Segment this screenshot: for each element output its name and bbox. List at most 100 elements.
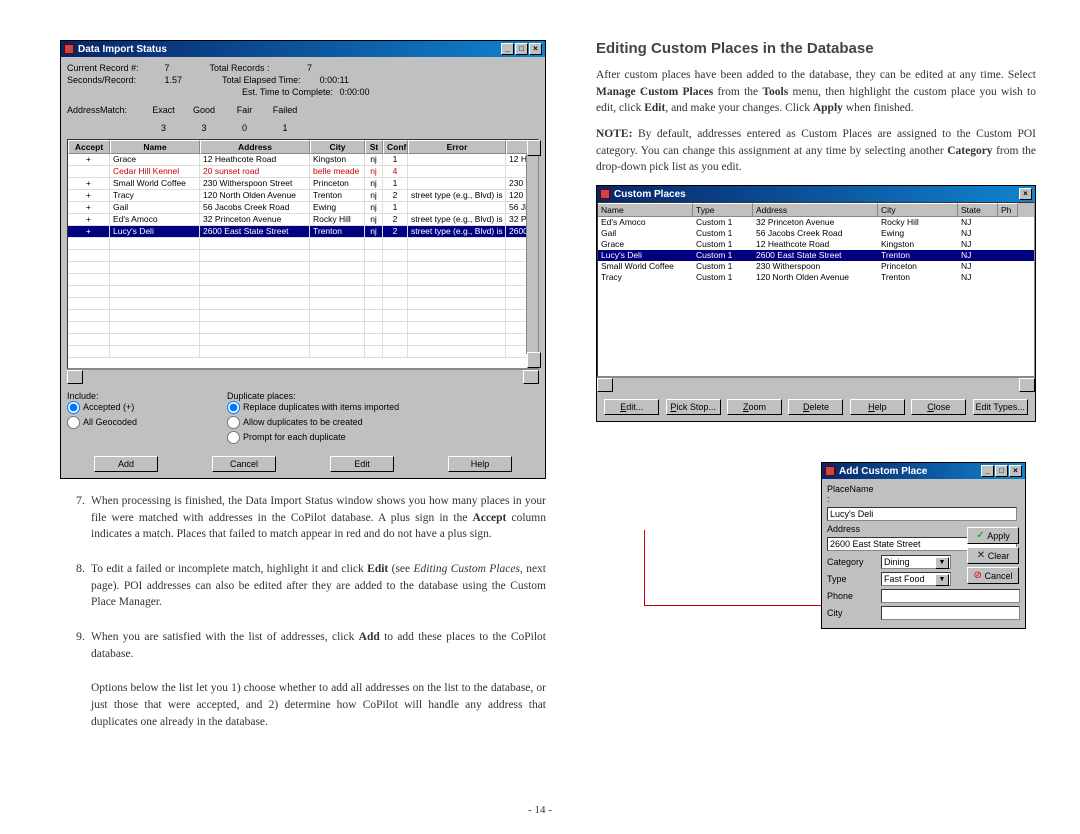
help-button[interactable]: Help bbox=[448, 456, 512, 472]
x-icon: ✕ bbox=[977, 552, 985, 560]
acp-cancel-button[interactable]: ⊘Cancel bbox=[967, 567, 1019, 584]
match-exact-value: 3 bbox=[145, 123, 183, 133]
acp-address-label: Address bbox=[827, 524, 877, 534]
cp-titlebar: Custom Places × bbox=[597, 186, 1035, 202]
cp-edit-button[interactable]: Edit... bbox=[604, 399, 659, 415]
header-conf[interactable]: Conf bbox=[383, 140, 408, 154]
table-row[interactable]: Small World CoffeeCustom 1230 Witherspoo… bbox=[598, 261, 1034, 272]
acp-title: Add Custom Place bbox=[839, 466, 981, 477]
duplicate-replace-radio[interactable]: Replace duplicates with items imported bbox=[227, 401, 399, 414]
custom-places-grid[interactable]: Name Type Address City State Ph Ed's Amo… bbox=[597, 202, 1035, 377]
cp-horizontal-scrollbar[interactable] bbox=[597, 377, 1035, 391]
acp-placename-input[interactable] bbox=[827, 507, 1017, 521]
table-row[interactable]: +Tracy120 North Olden AvenueTrentonnj2st… bbox=[68, 190, 538, 202]
cp-header-city[interactable]: City bbox=[878, 203, 958, 217]
check-icon: ✓ bbox=[976, 532, 984, 540]
minimize-button[interactable]: _ bbox=[981, 465, 994, 477]
acp-titlebar: Add Custom Place _ □ × bbox=[822, 463, 1025, 479]
header-address[interactable]: Address bbox=[200, 140, 310, 154]
data-import-status-dialog: Data Import Status _ □ × Current Record … bbox=[60, 40, 546, 479]
cp-header-name[interactable]: Name bbox=[598, 203, 693, 217]
app-icon bbox=[64, 44, 74, 54]
horizontal-scrollbar[interactable] bbox=[67, 369, 539, 383]
match-failed-label: Failed bbox=[266, 105, 304, 115]
close-button[interactable]: × bbox=[529, 43, 542, 55]
list-text-8: To edit a failed or incomplete match, hi… bbox=[91, 561, 546, 611]
cp-header-type[interactable]: Type bbox=[693, 203, 753, 217]
minimize-button[interactable]: _ bbox=[501, 43, 514, 55]
cp-zoom-button[interactable]: Zoom bbox=[727, 399, 782, 415]
app-icon bbox=[600, 189, 610, 199]
cp-header-state[interactable]: State bbox=[958, 203, 998, 217]
include-all-radio[interactable]: All Geocoded bbox=[67, 416, 137, 429]
cp-help-button[interactable]: Help bbox=[850, 399, 905, 415]
acp-city-input[interactable] bbox=[881, 606, 1020, 620]
match-good-label: Good bbox=[185, 105, 223, 115]
seconds-record-value: 1.57 bbox=[165, 75, 183, 85]
header-st[interactable]: St bbox=[365, 140, 383, 154]
acp-phone-input[interactable] bbox=[881, 589, 1020, 603]
cp-header-ph[interactable]: Ph bbox=[998, 203, 1018, 217]
table-row[interactable]: Lucy's DeliCustom 12600 East State Stree… bbox=[598, 250, 1034, 261]
header-city[interactable]: City bbox=[310, 140, 365, 154]
custom-places-dialog: Custom Places × Name Type Address City S… bbox=[596, 185, 1036, 422]
cp-close-button[interactable]: Close bbox=[911, 399, 966, 415]
section-heading: Editing Custom Places in the Database bbox=[596, 40, 1036, 57]
table-row[interactable]: +Lucy's Deli2600 East State StreetTrento… bbox=[68, 226, 538, 238]
vertical-scrollbar[interactable] bbox=[526, 154, 538, 354]
cp-header-address[interactable]: Address bbox=[753, 203, 878, 217]
current-record-label: Current Record #: bbox=[67, 63, 162, 73]
cp-close-button[interactable]: × bbox=[1019, 188, 1032, 200]
list-text-7: When processing is finished, the Data Im… bbox=[91, 493, 546, 543]
titlebar: Data Import Status _ □ × bbox=[61, 41, 545, 57]
cancel-button[interactable]: Cancel bbox=[212, 456, 276, 472]
acp-category-select[interactable]: Dining bbox=[881, 555, 951, 569]
table-row[interactable]: TracyCustom 1120 North Olden AvenueTrent… bbox=[598, 272, 1034, 283]
list-num-7: 7. bbox=[60, 493, 85, 552]
cp-types-button[interactable]: Edit Types... bbox=[973, 399, 1028, 415]
match-exact-label: Exact bbox=[145, 105, 183, 115]
address-match-label: AddressMatch: bbox=[67, 105, 142, 115]
edit-button[interactable]: Edit bbox=[330, 456, 394, 472]
include-accepted-radio[interactable]: Accepted (+) bbox=[67, 401, 137, 414]
include-label: Include: bbox=[67, 391, 99, 401]
match-fair-label: Fair bbox=[226, 105, 264, 115]
close-button[interactable]: × bbox=[1009, 465, 1022, 477]
duplicate-allow-radio[interactable]: Allow duplicates to be created bbox=[227, 416, 399, 429]
acp-apply-button[interactable]: ✓Apply bbox=[967, 527, 1019, 544]
cp-pick-button[interactable]: Pick Stop... bbox=[666, 399, 721, 415]
add-button[interactable]: Add bbox=[94, 456, 158, 472]
table-row[interactable]: +Grace12 Heathcote RoadKingstonnj112 H bbox=[68, 154, 538, 166]
list-text-9: When you are satisfied with the list of … bbox=[91, 629, 546, 662]
seconds-record-label: Seconds/Record: bbox=[67, 75, 162, 85]
duplicate-prompt-radio[interactable]: Prompt for each duplicate bbox=[227, 431, 399, 444]
table-row[interactable]: GraceCustom 112 Heathcote RoadKingstonNJ bbox=[598, 239, 1034, 250]
table-row[interactable]: GailCustom 156 Jacobs Creek RoadEwingNJ bbox=[598, 228, 1034, 239]
table-row[interactable]: +Small World Coffee230 Witherspoon Stree… bbox=[68, 178, 538, 190]
match-failed-value: 1 bbox=[266, 123, 304, 133]
import-results-grid[interactable]: Accept Name Address City St Conf Error +… bbox=[67, 139, 539, 369]
table-row[interactable]: Cedar Hill Kennel20 sunset roadbelle mea… bbox=[68, 166, 538, 178]
duplicate-label: Duplicate places: bbox=[227, 391, 296, 401]
est-time-label: Est. Time to Complete: bbox=[242, 87, 337, 97]
table-row[interactable]: +Gail56 Jacobs Creek RoadEwingnj156 Ji bbox=[68, 202, 538, 214]
maximize-button[interactable]: □ bbox=[515, 43, 528, 55]
header-accept[interactable]: Accept bbox=[68, 140, 110, 154]
callout-arrow bbox=[644, 605, 824, 606]
current-record-value: 7 bbox=[165, 63, 170, 73]
total-elapsed-label: Total Elapsed Time: bbox=[222, 75, 317, 85]
list-text-9b: Options below the list let you 1) choose… bbox=[91, 680, 546, 730]
cp-title: Custom Places bbox=[614, 189, 1019, 200]
acp-clear-button[interactable]: ✕Clear bbox=[967, 547, 1019, 564]
maximize-button[interactable]: □ bbox=[995, 465, 1008, 477]
match-fair-value: 0 bbox=[226, 123, 264, 133]
acp-type-select[interactable]: Fast Food bbox=[881, 572, 951, 586]
header-error[interactable]: Error bbox=[408, 140, 506, 154]
cp-delete-button[interactable]: Delete bbox=[788, 399, 843, 415]
table-row[interactable]: +Ed's Amoco32 Princeton AvenueRocky Hill… bbox=[68, 214, 538, 226]
table-row[interactable]: Ed's AmocoCustom 132 Princeton AvenueRoc… bbox=[598, 217, 1034, 228]
total-records-value: 7 bbox=[307, 63, 312, 73]
total-elapsed-value: 0:00:11 bbox=[320, 75, 349, 85]
header-name[interactable]: Name bbox=[110, 140, 200, 154]
acp-type-label: Type bbox=[827, 574, 877, 584]
